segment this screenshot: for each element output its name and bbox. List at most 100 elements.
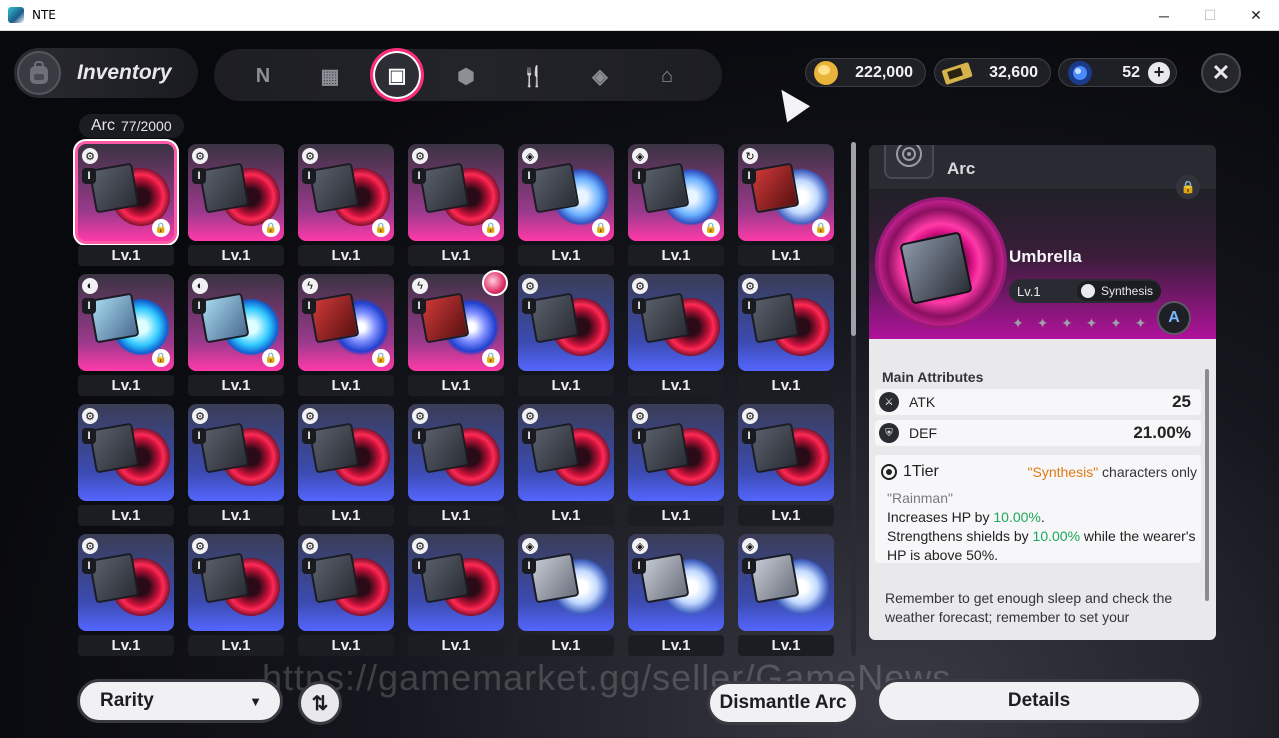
attributes-title: Main Attributes <box>882 369 984 385</box>
inventory-tab[interactable]: Inventory <box>14 48 198 98</box>
arc-item-level: Lv.1 <box>188 245 284 266</box>
arc-item[interactable]: ϟ I 🔒 Lv.1 <box>298 274 394 398</box>
arc-item-card[interactable]: ⚙ I <box>408 534 504 631</box>
arc-item-card[interactable]: ⚙ I <box>738 274 834 371</box>
arc-item-card[interactable]: ◈ I <box>738 534 834 631</box>
arc-item-card[interactable]: ◈ I 🔒 <box>628 144 724 241</box>
arc-item[interactable]: ⚙ I Lv.1 <box>78 404 174 528</box>
arc-item-card[interactable]: ⚙ I 🔒 <box>78 144 174 241</box>
arc-item-card[interactable]: ◐ I 🔒 <box>78 274 174 371</box>
rarity-filter-dropdown[interactable]: Rarity ▼ <box>77 679 283 723</box>
effect-text: Strengthens shields by <box>887 528 1033 544</box>
arc-cover-image <box>748 422 800 474</box>
effect-text: . <box>1040 509 1045 525</box>
arc-item[interactable]: ◈ I Lv.1 <box>518 534 614 658</box>
arc-item[interactable]: ⚙ I Lv.1 <box>738 404 834 528</box>
arc-item-card[interactable]: ⚙ I <box>298 534 394 631</box>
arc-item[interactable]: ⚙ I Lv.1 <box>628 404 724 528</box>
arc-item-card[interactable]: ⚙ I <box>738 404 834 501</box>
arc-item[interactable]: ↻ I 🔒 Lv.1 <box>738 144 834 268</box>
arc-item[interactable]: ⚙ I Lv.1 <box>298 404 394 528</box>
equipped-character-avatar <box>482 270 508 296</box>
faction-tag: Synthesis <box>1076 281 1161 301</box>
arc-item-card[interactable]: ⚙ I <box>408 404 504 501</box>
arc-item-card[interactable]: ⚙ I <box>518 274 614 371</box>
arc-item-level: Lv.1 <box>628 505 724 526</box>
list-category: Arc <box>91 117 115 134</box>
tier-marker: I <box>632 428 646 444</box>
arc-item-card[interactable]: ⚙ I 🔒 <box>298 144 394 241</box>
arc-item-card[interactable]: ⚙ I <box>518 404 614 501</box>
arc-item-card[interactable]: ◈ I <box>518 534 614 631</box>
item-name: Umbrella <box>1009 247 1082 266</box>
arc-item[interactable]: ϟ I 🔒 Lv.1 <box>408 270 508 398</box>
tier-marker: I <box>82 168 96 184</box>
arc-cover-image <box>88 422 140 474</box>
arc-item-card[interactable]: ⚙ I <box>188 404 284 501</box>
arc-item[interactable]: ⚙ I 🔒 Lv.1 <box>298 144 394 268</box>
cat-box-icon[interactable]: ⬢ <box>447 57 485 95</box>
chevron-down-icon: ▼ <box>249 693 262 709</box>
arc-item[interactable]: ⚙ I 🔒 Lv.1 <box>188 144 284 268</box>
faction-badge-icon: ⚙ <box>522 278 538 294</box>
arc-item[interactable]: ⚙ I 🔒 Lv.1 <box>408 144 504 268</box>
arc-item-card[interactable]: ◈ I 🔒 <box>518 144 614 241</box>
star-icon: ✦ <box>1085 315 1098 331</box>
add-orb-button[interactable]: + <box>1148 61 1170 84</box>
cat-home-icon[interactable]: ⌂ <box>648 57 686 95</box>
arc-item[interactable]: ◐ I 🔒 Lv.1 <box>78 274 174 398</box>
arc-item[interactable]: ◈ I 🔒 Lv.1 <box>628 144 724 268</box>
arc-item[interactable]: ⚙ I Lv.1 <box>188 404 284 528</box>
details-button[interactable]: Details <box>876 679 1202 723</box>
arc-cover-image <box>418 162 470 214</box>
arc-item[interactable]: ⚙ I Lv.1 <box>298 534 394 658</box>
cat-device-icon[interactable]: ▦ <box>311 57 349 95</box>
cat-food-icon[interactable]: 🍴 <box>514 57 552 95</box>
arc-item-card[interactable]: ↻ I 🔒 <box>738 144 834 241</box>
minimize-button[interactable]: ─ <box>1141 0 1187 31</box>
arc-item-card[interactable]: ⚙ I 🔒 <box>408 144 504 241</box>
grid-scrollbar-thumb[interactable] <box>851 142 856 336</box>
arc-item-card[interactable]: ⚙ I <box>628 274 724 371</box>
arc-item[interactable]: ◐ I 🔒 Lv.1 <box>188 274 284 398</box>
arc-item-card[interactable]: ϟ I 🔒 <box>298 274 394 371</box>
arc-item-level: Lv.1 <box>408 375 504 396</box>
arc-item[interactable]: ⚙ I Lv.1 <box>408 534 504 658</box>
arc-item[interactable]: ◈ I Lv.1 <box>738 534 834 658</box>
arc-item-card[interactable]: ⚙ I <box>188 534 284 631</box>
arc-item-card[interactable]: ◐ I 🔒 <box>188 274 284 371</box>
maximize-button[interactable]: ☐ <box>1187 0 1233 31</box>
item-count-tag: Arc 77/2000 <box>79 114 184 138</box>
arc-item[interactable]: ⚙ I Lv.1 <box>738 274 834 398</box>
arc-item-card[interactable]: ⚙ I 🔒 <box>188 144 284 241</box>
arc-item[interactable]: ⚙ I Lv.1 <box>518 404 614 528</box>
arc-item[interactable]: ⚙ I Lv.1 <box>188 534 284 658</box>
cat-material-icon[interactable]: ◈ <box>581 57 619 95</box>
dismantle-arc-button[interactable]: Dismantle Arc <box>707 681 859 725</box>
arc-item-card[interactable]: ⚙ I <box>298 404 394 501</box>
cat-arc-glyph-icon[interactable]: N <box>244 57 282 95</box>
arc-item[interactable]: ◈ I Lv.1 <box>628 534 724 658</box>
arc-item-card[interactable]: ⚙ I <box>78 404 174 501</box>
arc-item[interactable]: ⚙ I Lv.1 <box>408 404 504 528</box>
sort-order-button[interactable]: ⇅ <box>298 681 342 725</box>
arc-item[interactable]: ⚙ I 🔒 Lv.1 <box>78 144 174 268</box>
arc-item[interactable]: ◈ I 🔒 Lv.1 <box>518 144 614 268</box>
arc-item[interactable]: ⚙ I Lv.1 <box>78 534 174 658</box>
set-badge-icon[interactable]: A <box>1157 301 1191 335</box>
cat-arc-icon[interactable]: ▣ <box>370 48 424 102</box>
arc-item-level: Lv.1 <box>738 375 834 396</box>
arc-item[interactable]: ⚙ I Lv.1 <box>628 274 724 398</box>
tier-marker: I <box>742 298 756 314</box>
window-close-button[interactable]: ✕ <box>1233 0 1279 31</box>
gold-coin-icon <box>811 59 841 88</box>
arc-item-card[interactable]: ◈ I <box>628 534 724 631</box>
arc-item[interactable]: ⚙ I Lv.1 <box>518 274 614 398</box>
arc-item-card[interactable]: ⚙ I <box>628 404 724 501</box>
detail-scrollbar[interactable] <box>1205 369 1209 601</box>
detail-lock-icon[interactable]: 🔒 <box>1176 175 1200 199</box>
window-titlebar: NTE ─ ☐ ✕ <box>0 0 1279 31</box>
arc-item-card[interactable]: ⚙ I <box>78 534 174 631</box>
arc-item-level: Lv.1 <box>78 505 174 526</box>
inventory-close-button[interactable]: ✕ <box>1201 53 1241 93</box>
